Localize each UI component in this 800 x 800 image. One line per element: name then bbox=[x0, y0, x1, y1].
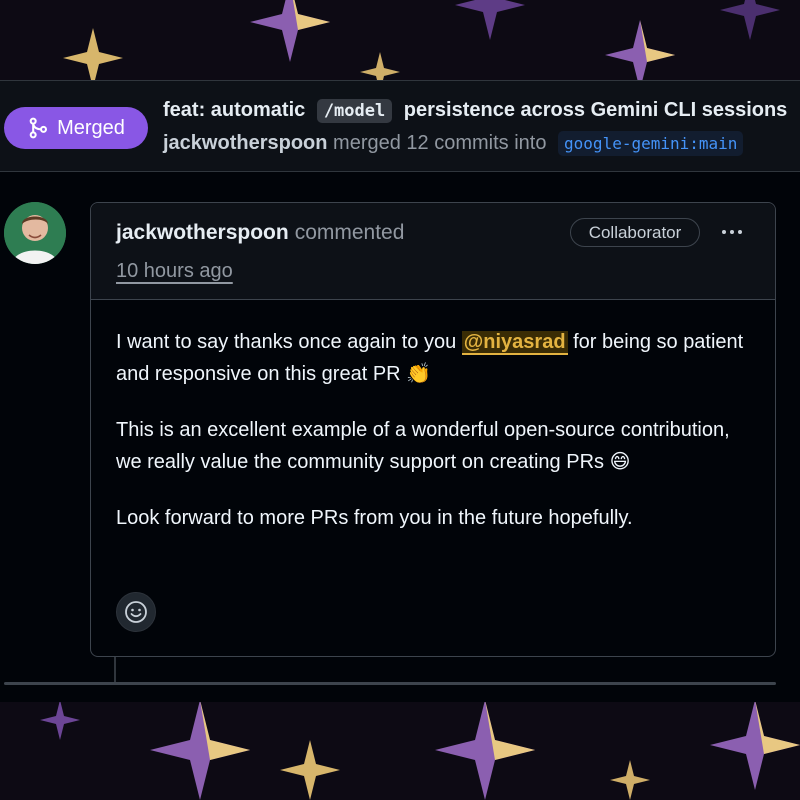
star-decoration bbox=[150, 700, 250, 800]
merged-label: Merged bbox=[57, 116, 125, 139]
star-decoration bbox=[610, 760, 650, 800]
pr-title-prefix: feat: automatic bbox=[163, 99, 306, 121]
comment-body: I want to say thanks once again to you @… bbox=[116, 326, 756, 558]
comment-timeline: jackwotherspoon commented 10 hours ago Co… bbox=[0, 172, 800, 702]
star-decoration bbox=[455, 0, 525, 40]
star-decoration bbox=[250, 0, 330, 62]
git-merge-icon bbox=[29, 117, 48, 139]
star-decoration bbox=[63, 28, 123, 88]
comment-paragraph-2: This is an excellent example of a wonder… bbox=[116, 419, 730, 473]
pr-title-code: /model bbox=[316, 99, 393, 123]
comment-timestamp[interactable]: 10 hours ago bbox=[116, 260, 233, 283]
comment-paragraph-3: Look forward to more PRs from you in the… bbox=[116, 507, 633, 529]
pr-title[interactable]: feat: automatic /model persistence acros… bbox=[163, 99, 788, 123]
user-avatar-image bbox=[4, 202, 66, 264]
pr-title-suffix: persistence across Gemini CLI sessions bbox=[403, 99, 788, 121]
target-branch-link[interactable]: google-gemini:main bbox=[558, 131, 744, 156]
comment-author-link[interactable]: jackwotherspoon bbox=[116, 221, 289, 244]
kebab-horizontal-icon[interactable] bbox=[717, 222, 747, 242]
add-reaction-button[interactable] bbox=[116, 592, 156, 632]
star-decoration bbox=[710, 700, 800, 790]
comment-action: commented bbox=[294, 221, 405, 244]
para1-text-start: I want to say thanks once again to you bbox=[116, 331, 462, 353]
timeline-divider bbox=[4, 682, 776, 685]
avatar[interactable] bbox=[4, 202, 66, 264]
star-decoration bbox=[720, 0, 780, 40]
comment-author-line: jackwotherspoon commented bbox=[116, 221, 404, 245]
merge-text: merged 12 commits into bbox=[333, 132, 547, 154]
pr-header: Merged feat: automatic /model persistenc… bbox=[0, 80, 800, 172]
pr-merge-summary: jackwotherspoon merged 12 commits into g… bbox=[163, 131, 744, 156]
timeline-connector bbox=[114, 657, 116, 685]
pr-author-link[interactable]: jackwotherspoon bbox=[163, 132, 327, 154]
star-decoration bbox=[280, 740, 340, 800]
comment-header: jackwotherspoon commented 10 hours ago Co… bbox=[91, 203, 775, 300]
collaborator-badge: Collaborator bbox=[570, 218, 700, 247]
smiley-icon bbox=[125, 601, 147, 623]
comment-paragraph-1: I want to say thanks once again to you @… bbox=[116, 326, 756, 390]
star-decoration bbox=[40, 700, 80, 740]
star-decoration bbox=[435, 700, 535, 800]
user-mention-link[interactable]: @niyasrad bbox=[461, 331, 568, 355]
merged-state-badge: Merged bbox=[4, 107, 148, 149]
comment-card: jackwotherspoon commented 10 hours ago Co… bbox=[90, 202, 776, 657]
